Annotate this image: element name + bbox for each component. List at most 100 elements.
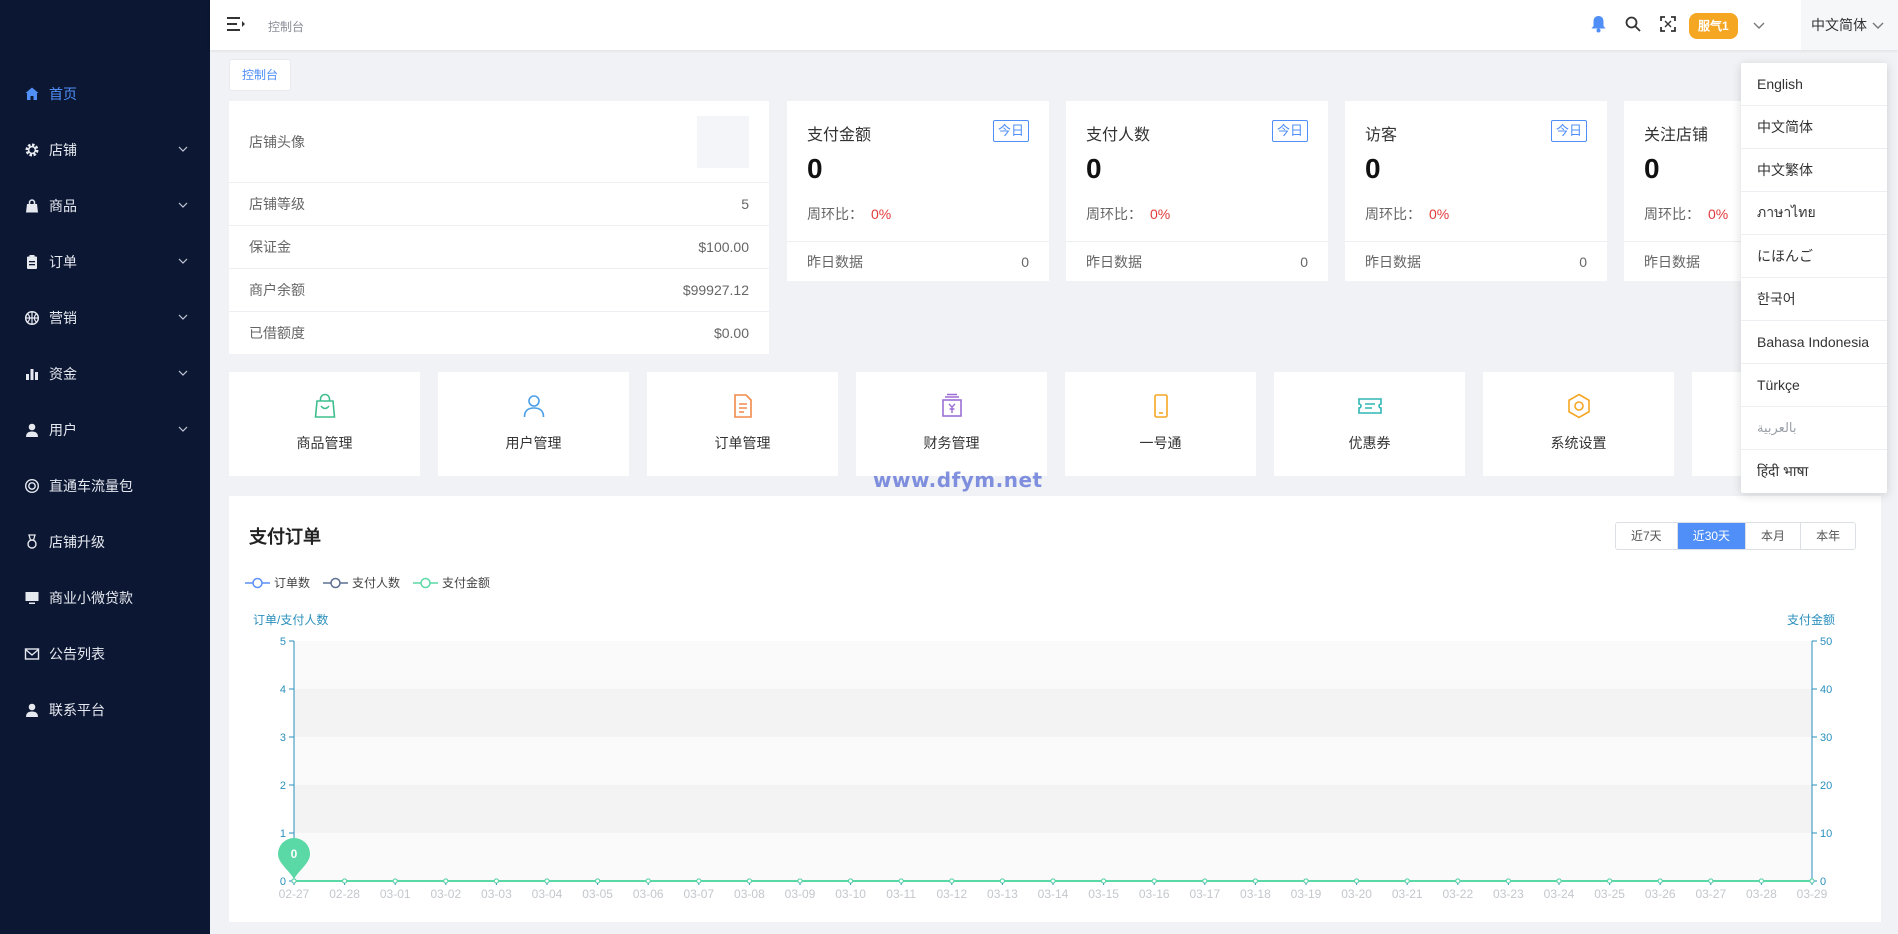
left-axis-label: 订单/支付人数 xyxy=(253,612,328,627)
data-point xyxy=(1505,878,1511,884)
data-point xyxy=(1151,878,1157,884)
grid-band xyxy=(294,785,1812,833)
contact-icon xyxy=(24,702,40,718)
menu-toggle-icon[interactable] xyxy=(227,16,245,32)
tab-console[interactable]: 控制台 xyxy=(229,59,292,91)
x-tick-label: 03-23 xyxy=(1493,887,1524,901)
x-tick-label: 03-26 xyxy=(1645,887,1676,901)
left-tick-label: 4 xyxy=(280,684,286,696)
shortcut-tile[interactable]: 财务管理 xyxy=(856,372,1047,476)
sidebar-item[interactable]: 首页 xyxy=(0,74,210,114)
sidebar-item-label: 商业小微贷款 xyxy=(49,590,133,606)
store-row-label: 已借额度 xyxy=(249,325,305,341)
sidebar-item[interactable]: 商品 xyxy=(0,186,210,226)
language-dropdown: English 中文简体 中文繁体 ภาษาไทย にほんご 한국어 Bahasa Indo… xyxy=(1741,63,1887,493)
x-tick-label: 03-21 xyxy=(1392,887,1423,901)
right-tick-label: 20 xyxy=(1820,780,1832,792)
x-tick-label: 03-27 xyxy=(1695,887,1726,901)
sidebar-item-label: 直通车流量包 xyxy=(49,478,133,494)
chevron-down-icon xyxy=(178,258,188,264)
shortcut-tile[interactable]: 系统设置 xyxy=(1483,372,1674,476)
language-option[interactable]: 한국어 xyxy=(1741,278,1887,321)
store-info-card: 店铺头像 店铺等级 5 保证金 $100.00 商户余额 $99927.12 已… xyxy=(229,101,769,354)
stat-value: 0 xyxy=(1086,153,1102,184)
sidebar-item-label: 订单 xyxy=(49,254,77,270)
sidebar-item-label: 店铺升级 xyxy=(49,534,105,550)
user-badge[interactable]: 服气1 xyxy=(1689,13,1738,39)
medal-icon xyxy=(24,534,40,550)
stat-period-tag[interactable]: 今日 xyxy=(1271,120,1308,142)
shortcut-label: 财务管理 xyxy=(923,435,980,451)
shortcut-tile[interactable]: 一号通 xyxy=(1065,372,1256,476)
shortcut-label: 订单管理 xyxy=(714,435,771,451)
x-tick-label: 03-13 xyxy=(987,887,1018,901)
stat-period-tag[interactable]: 今日 xyxy=(992,120,1029,142)
stat-title: 支付金额 xyxy=(807,127,872,144)
x-tick-label: 03-15 xyxy=(1088,887,1119,901)
language-option[interactable]: 中文简体 xyxy=(1741,106,1887,149)
left-tick-label: 2 xyxy=(280,780,286,792)
sidebar-item[interactable]: 店铺升级 xyxy=(0,522,210,562)
shortcut-tile[interactable]: 优惠券 xyxy=(1274,372,1465,476)
stat-yesterday-value: 0 xyxy=(1300,253,1308,270)
sidebar-item[interactable]: 店铺 xyxy=(0,130,210,170)
stat-yesterday-label: 昨日数据 xyxy=(1365,253,1421,270)
language-option[interactable]: हिंदी भाषा xyxy=(1741,450,1887,493)
x-tick-label: 03-02 xyxy=(430,887,461,901)
x-tick-label: 03-29 xyxy=(1797,887,1828,901)
chevron-down-icon xyxy=(178,314,188,320)
language-option[interactable]: بالعربية xyxy=(1741,407,1887,450)
language-option[interactable]: 中文繁体 xyxy=(1741,149,1887,192)
sidebar-item[interactable]: 营销 xyxy=(0,298,210,338)
x-tick-label: 03-18 xyxy=(1240,887,1271,901)
language-option[interactable]: English xyxy=(1741,63,1887,106)
data-point xyxy=(746,878,752,884)
x-tick-label: 03-28 xyxy=(1746,887,1777,901)
bell-icon[interactable] xyxy=(1590,15,1607,33)
shortcut-tile[interactable]: 商品管理 xyxy=(229,372,420,476)
chevron-down-icon[interactable] xyxy=(1753,20,1765,30)
store-avatar[interactable] xyxy=(697,115,749,168)
coupon-icon xyxy=(1357,398,1382,414)
store-avatar-label: 店铺头像 xyxy=(249,133,305,150)
store-row: 店铺等级 5 xyxy=(229,183,769,226)
right-axis-label: 支付金额 xyxy=(1787,612,1835,627)
fullscreen-icon[interactable] xyxy=(1660,16,1676,32)
search-icon[interactable] xyxy=(1625,16,1641,32)
stat-yesterday-value: 0 xyxy=(1579,253,1587,270)
breadcrumb[interactable]: 控制台 xyxy=(268,18,304,35)
sidebar-item[interactable]: 公告列表 xyxy=(0,634,210,674)
data-point xyxy=(696,878,702,884)
store-avatar-row: 店铺头像 xyxy=(229,101,769,183)
stat-period-tag[interactable]: 今日 xyxy=(1550,120,1587,142)
language-option[interactable]: にほんご xyxy=(1741,235,1887,278)
stat-ratio: 周环比： 0% xyxy=(807,204,891,224)
sidebar-item[interactable]: 用户 xyxy=(0,410,210,450)
sidebar-item[interactable]: 商业小微贷款 xyxy=(0,578,210,618)
language-option[interactable]: Türkçe xyxy=(1741,364,1887,407)
sidebar-item-label: 用户 xyxy=(49,422,77,438)
shortcut-tile[interactable]: 用户管理 xyxy=(438,372,629,476)
data-point xyxy=(848,878,854,884)
shortcut-tile[interactable]: 订单管理 xyxy=(647,372,838,476)
sidebar-item[interactable]: 直通车流量包 xyxy=(0,466,210,506)
sidebar: 首页店铺商品订单营销资金用户直通车流量包 店铺升级商业小微贷款公告列表联系平台 xyxy=(0,0,210,934)
x-tick-label: 03-24 xyxy=(1544,887,1575,901)
basketball-icon xyxy=(24,310,40,326)
sidebar-item[interactable]: 联系平台 xyxy=(0,690,210,730)
sidebar-item[interactable]: 订单 xyxy=(0,242,210,282)
right-tick-label: 30 xyxy=(1820,732,1832,744)
right-tick-label: 10 xyxy=(1820,828,1832,840)
data-point xyxy=(342,878,348,884)
x-tick-label: 02-27 xyxy=(279,887,310,901)
sidebar-item[interactable]: 资金 xyxy=(0,354,210,394)
data-point xyxy=(645,878,651,884)
language-option[interactable]: ภาษาไทย xyxy=(1741,192,1887,235)
language-selector[interactable]: 中文简体 xyxy=(1801,0,1898,50)
user-icon xyxy=(24,422,40,438)
data-point xyxy=(392,878,398,884)
x-tick-label: 03-04 xyxy=(532,887,563,901)
language-option[interactable]: Bahasa Indonesia xyxy=(1741,321,1887,364)
x-tick-label: 03-11 xyxy=(886,887,916,901)
payment-orders-card: 支付订单 近7天 近30天 本月 本年 订单数 支付人数 支付金额 0 1 2 3 4 5 0 10 20… xyxy=(229,496,1881,922)
